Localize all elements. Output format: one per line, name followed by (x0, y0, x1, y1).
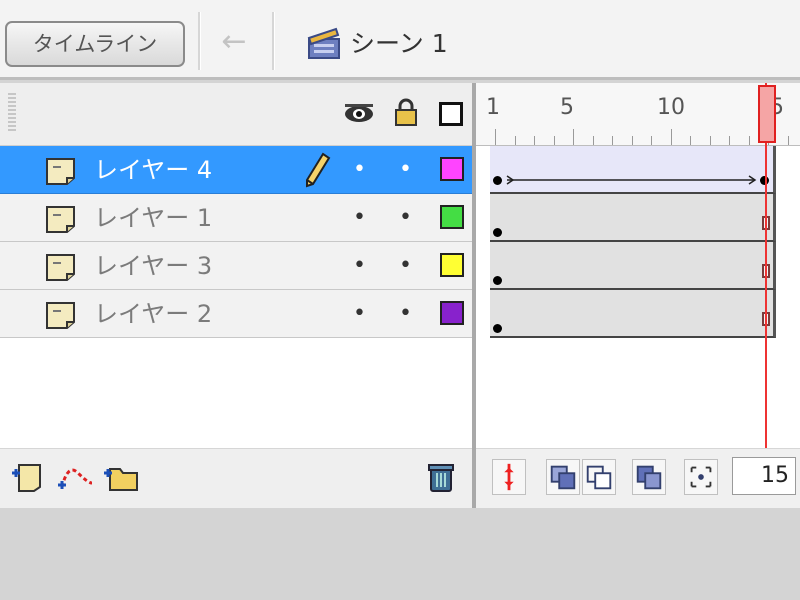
layer-row[interactable]: レイヤー 3 • • (0, 242, 472, 290)
ruler-tick (632, 136, 633, 145)
ruler-tick (495, 129, 496, 145)
layer-name[interactable]: レイヤー 2 (94, 296, 212, 332)
ruler-tick (515, 136, 516, 145)
flash-timeline-window: タイムライン ← シーン 1 レイヤー 4 • • レイヤー 1 • • レイヤ… (0, 0, 800, 600)
layer-panel-footer (0, 448, 472, 508)
toolbar-separator (272, 12, 275, 70)
onion-skin-icon[interactable] (546, 459, 580, 495)
outline-color-swatch[interactable] (440, 253, 464, 277)
scene-label[interactable]: シーン 1 (350, 24, 448, 64)
frames-footer: 15 (476, 448, 800, 508)
panel-grip[interactable] (8, 93, 16, 131)
lock-dot[interactable]: • (399, 255, 412, 277)
outline-color-swatch[interactable] (440, 157, 464, 181)
edit-multiple-frames-icon[interactable] (632, 459, 666, 495)
lock-dot[interactable]: • (399, 303, 412, 325)
timeline-button[interactable]: タイムライン (5, 21, 185, 67)
ruler-tick (554, 136, 555, 145)
ruler-tick (671, 129, 672, 145)
ruler-tick (710, 136, 711, 145)
playhead[interactable] (758, 85, 776, 143)
lock-icon[interactable] (393, 97, 419, 127)
frames-panel: 1 5 10 15 (476, 83, 800, 508)
new-layer-icon[interactable] (10, 459, 46, 495)
ruler-tick (593, 136, 594, 145)
timeline-toolbar: タイムライン ← シーン 1 (0, 0, 800, 80)
layer-icon (46, 254, 75, 281)
ruler-label-10: 10 (657, 95, 685, 120)
back-arrow-icon[interactable]: ← (216, 22, 252, 62)
eye-icon[interactable] (343, 101, 375, 127)
pencil-icon (306, 152, 331, 188)
keyframe[interactable] (493, 324, 502, 333)
motion-tween-arrow (506, 175, 757, 185)
add-motion-guide-icon[interactable] (56, 459, 96, 495)
ruler-tick (612, 136, 613, 145)
frame-span[interactable] (490, 290, 776, 338)
lock-dot[interactable]: • (399, 207, 412, 229)
keyframe[interactable] (493, 276, 502, 285)
current-frame-field[interactable]: 15 (732, 457, 796, 495)
layer-panel-header (0, 83, 472, 146)
outline-color-swatch[interactable] (440, 205, 464, 229)
visibility-dot[interactable]: • (353, 303, 366, 325)
visibility-dot[interactable]: • (353, 207, 366, 229)
delete-layer-icon[interactable] (426, 459, 456, 495)
frame-span[interactable] (490, 242, 776, 290)
layer-name[interactable]: レイヤー 3 (94, 248, 212, 284)
layer-name[interactable]: レイヤー 1 (94, 200, 212, 236)
ruler-tick (573, 129, 574, 145)
visibility-dot[interactable]: • (353, 255, 366, 277)
layer-row[interactable]: レイヤー 1 • • (0, 194, 472, 242)
center-frame-icon[interactable] (492, 459, 526, 495)
frame-span[interactable] (490, 146, 776, 194)
modify-onion-markers-icon[interactable] (684, 459, 718, 495)
ruler-tick (788, 136, 789, 145)
keyframe[interactable] (493, 228, 502, 237)
layer-row[interactable]: レイヤー 2 • • (0, 290, 472, 338)
outline-icon[interactable] (439, 102, 463, 126)
frame-ruler[interactable]: 1 5 10 15 (476, 83, 800, 146)
ruler-tick (690, 136, 691, 145)
layer-row[interactable]: レイヤー 4 • • (0, 146, 472, 194)
new-folder-icon[interactable] (102, 459, 140, 495)
layer-panel: レイヤー 4 • • レイヤー 1 • • レイヤー 3 • • レイヤー 2 • • (0, 83, 476, 508)
ruler-tick (749, 136, 750, 145)
layer-icon (46, 206, 75, 233)
visibility-dot[interactable]: • (353, 159, 366, 181)
ruler-label-5: 5 (560, 95, 574, 120)
ruler-tick (534, 136, 535, 145)
toolbar-separator (198, 12, 201, 70)
layer-icon (46, 158, 75, 185)
layer-icon (46, 302, 75, 329)
ruler-tick (729, 136, 730, 145)
onion-skin-outlines-icon[interactable] (582, 459, 616, 495)
frame-span[interactable] (490, 194, 776, 242)
scene-clapper-icon (307, 27, 340, 59)
lock-dot[interactable]: • (399, 159, 412, 181)
outline-color-swatch[interactable] (440, 301, 464, 325)
ruler-label-1: 1 (486, 95, 500, 120)
layer-name[interactable]: レイヤー 4 (94, 152, 212, 188)
ruler-tick (651, 136, 652, 145)
